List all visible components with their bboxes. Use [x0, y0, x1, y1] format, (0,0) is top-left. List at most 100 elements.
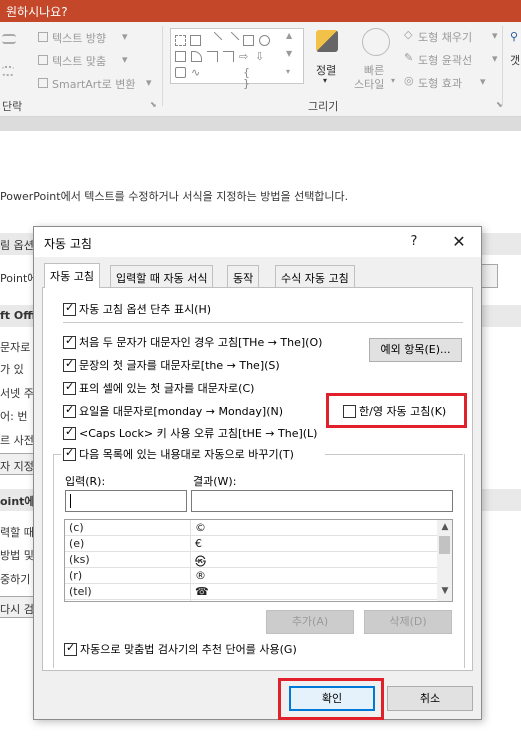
tab-actions[interactable]: 동작: [227, 265, 260, 287]
capitalize-first-letter-sentence-checkbox[interactable]: 문장의 첫 글자를 대문자로[the → The](S): [63, 357, 280, 373]
checkbox-box[interactable]: [63, 334, 76, 349]
checkbox-box[interactable]: [63, 357, 76, 372]
gallery-scroll-down[interactable]: ▼: [286, 49, 292, 58]
scroll-down-icon[interactable]: ▼: [440, 586, 450, 596]
quick-styles-button-line2[interactable]: 스타일: [354, 76, 384, 92]
bg-fragment: 르 사전: [0, 434, 34, 447]
cancel-button[interactable]: 취소: [387, 686, 473, 711]
list-item[interactable]: (tel) ☎: [65, 584, 437, 600]
arrow-shape-icon[interactable]: ⇨: [239, 51, 250, 62]
korean-english-autocorrect-checkbox[interactable]: 한/영 자동 고침(K): [343, 403, 446, 419]
capitalize-days-checkbox[interactable]: 요일을 대문자로[monday → Monday](N): [63, 403, 283, 419]
checkbox-box[interactable]: [64, 641, 77, 656]
checkbox-box[interactable]: [63, 446, 76, 461]
tab-autoformat-as-you-type[interactable]: 입력할 때 자동 서식: [110, 265, 214, 287]
shape-fill-button[interactable]: 도형 채우기: [418, 29, 472, 45]
gallery-scroll-up[interactable]: ▲: [286, 31, 292, 40]
help-button[interactable]: ?: [406, 234, 422, 249]
list-item-input: (ks): [69, 553, 90, 566]
checkbox-label: 표의 셀에 있는 첫 글자를 대문자로(C): [79, 382, 255, 395]
quick-styles-arrow[interactable]: ▾: [391, 76, 395, 85]
list-item[interactable]: (c) ©: [65, 520, 437, 536]
autocorrect-list[interactable]: (c) © (e) € (ks) ㉿ (r) ® (tel) ☎ ▲ ▼: [64, 519, 453, 602]
text-direction-button[interactable]: 텍스트 방향: [52, 30, 106, 46]
align-text-button[interactable]: 텍스트 맞춤: [52, 53, 106, 69]
shape-outline-arrow[interactable]: ▾: [492, 52, 498, 65]
bg-fragment: 자 지정: [0, 460, 34, 473]
replace-as-you-type-checkbox[interactable]: 다음 목록에 있는 내용대로 자동으로 바꾸기(T): [63, 446, 294, 462]
checkbox-label: 처음 두 문자가 대문자인 경우 고침[THe → The](O): [79, 336, 323, 349]
textbox-shape-icon[interactable]: [190, 35, 201, 46]
shape-effects-button[interactable]: 도형 효과: [418, 75, 462, 91]
paragraph-group-label: 단락: [2, 100, 23, 113]
list-item-result: ☎: [195, 585, 209, 598]
list-item[interactable]: (ks) ㉿: [65, 552, 437, 568]
list-scrollbar[interactable]: ▲ ▼: [437, 520, 452, 601]
elbow-shape-icon[interactable]: [223, 51, 234, 62]
gallery-more[interactable]: ▾: [286, 67, 290, 76]
divider: [63, 322, 463, 323]
ok-button[interactable]: 확인: [289, 686, 375, 711]
bg-button[interactable]: [480, 264, 498, 288]
tab-autocorrect[interactable]: 자동 고침: [44, 263, 100, 288]
close-icon[interactable]: ✕: [448, 231, 470, 253]
smartart-icon: [38, 78, 48, 88]
exceptions-button[interactable]: 예외 항목(E)...: [369, 338, 462, 362]
quick-styles-icon: [362, 28, 390, 56]
dialog-title-bar[interactable]: 자동 고침 ? ✕: [34, 227, 481, 257]
show-options-buttons-checkbox[interactable]: 자동 고침 옵션 단추 표시(H): [63, 301, 211, 317]
delete-button[interactable]: 삭제(D): [364, 610, 452, 634]
paragraph-launcher-icon[interactable]: ⬊: [150, 100, 157, 109]
line-spacing-icon[interactable]: [2, 34, 16, 44]
checkbox-box[interactable]: [63, 425, 76, 440]
list-item[interactable]: (e) €: [65, 536, 437, 552]
line-shape-icon[interactable]: [206, 31, 223, 48]
replace-input[interactable]: [65, 490, 187, 512]
arrow-shape-icon[interactable]: ⇩: [255, 51, 266, 62]
two-initial-capitals-checkbox[interactable]: 처음 두 문자가 대문자인 경우 고침[THe → The](O): [63, 334, 322, 350]
tab-math-autocorrect[interactable]: 수식 자동 고침: [275, 265, 355, 287]
oval-shape-icon[interactable]: [259, 35, 270, 46]
scroll-thumb[interactable]: [439, 536, 450, 554]
shape-outline-button[interactable]: 도형 윤곽선: [418, 52, 472, 68]
brace-shape-icon[interactable]: { }: [243, 67, 254, 89]
bg-fragment: 력할 때: [0, 526, 34, 539]
textbox-shape-icon[interactable]: [175, 35, 186, 46]
triangle-shape-icon[interactable]: [191, 51, 202, 62]
ribbon-bottom-band: [0, 117, 521, 131]
add-button[interactable]: 추가(A): [266, 610, 354, 634]
checkbox-box[interactable]: [343, 404, 356, 418]
checkbox-box[interactable]: [63, 380, 76, 395]
rectangle-shape-icon[interactable]: [175, 51, 186, 62]
arrange-arrow[interactable]: ▾: [323, 76, 327, 85]
text-direction-arrow[interactable]: ▾: [122, 30, 128, 43]
scroll-up-icon[interactable]: ▲: [440, 522, 450, 532]
smartart-button[interactable]: SmartArt로 변환: [52, 76, 136, 92]
align-text-icon: [38, 55, 48, 65]
spellcheck-suggestions-checkbox[interactable]: 자동으로 맞춤법 검사기의 추천 단어를 사용(G): [64, 641, 297, 657]
edge-fragment-text: 갯: [510, 54, 521, 67]
bg-fragment: 다시 검: [0, 603, 34, 616]
bg-fragment: 림 옵션: [0, 239, 34, 252]
title-bar: 원하시나요?: [0, 0, 521, 22]
capitalize-table-cells-checkbox[interactable]: 표의 셀에 있는 첫 글자를 대문자로(C): [63, 380, 254, 396]
list-item[interactable]: (r) ®: [65, 568, 437, 584]
rectangle-shape-icon[interactable]: [243, 35, 254, 46]
text-direction-icon: [38, 32, 48, 42]
line-shape-icon[interactable]: [223, 31, 240, 48]
freeform-shape-icon[interactable]: [175, 67, 186, 78]
align-text-arrow[interactable]: ▾: [122, 53, 128, 66]
list-item-result: €: [195, 537, 202, 550]
find-icon[interactable]: ⚲: [510, 30, 518, 43]
curve-shape-icon[interactable]: ∿: [191, 67, 202, 78]
shape-fill-arrow[interactable]: ▾: [492, 29, 498, 42]
bullet-icon[interactable]: [2, 66, 14, 76]
checkbox-box[interactable]: [63, 403, 76, 418]
caps-lock-correction-checkbox[interactable]: <Caps Lock> 키 사용 오류 고침[tHE → The](L): [63, 425, 317, 441]
with-input[interactable]: [191, 490, 453, 512]
shapes-gallery[interactable]: ⇨ ⇩ ∿ { } ▲ ▼ ▾: [170, 28, 304, 89]
shape-effects-arrow[interactable]: ▾: [480, 75, 486, 88]
checkbox-box[interactable]: [63, 301, 76, 316]
smartart-arrow[interactable]: ▾: [146, 76, 152, 89]
elbow-shape-icon[interactable]: [207, 51, 218, 62]
